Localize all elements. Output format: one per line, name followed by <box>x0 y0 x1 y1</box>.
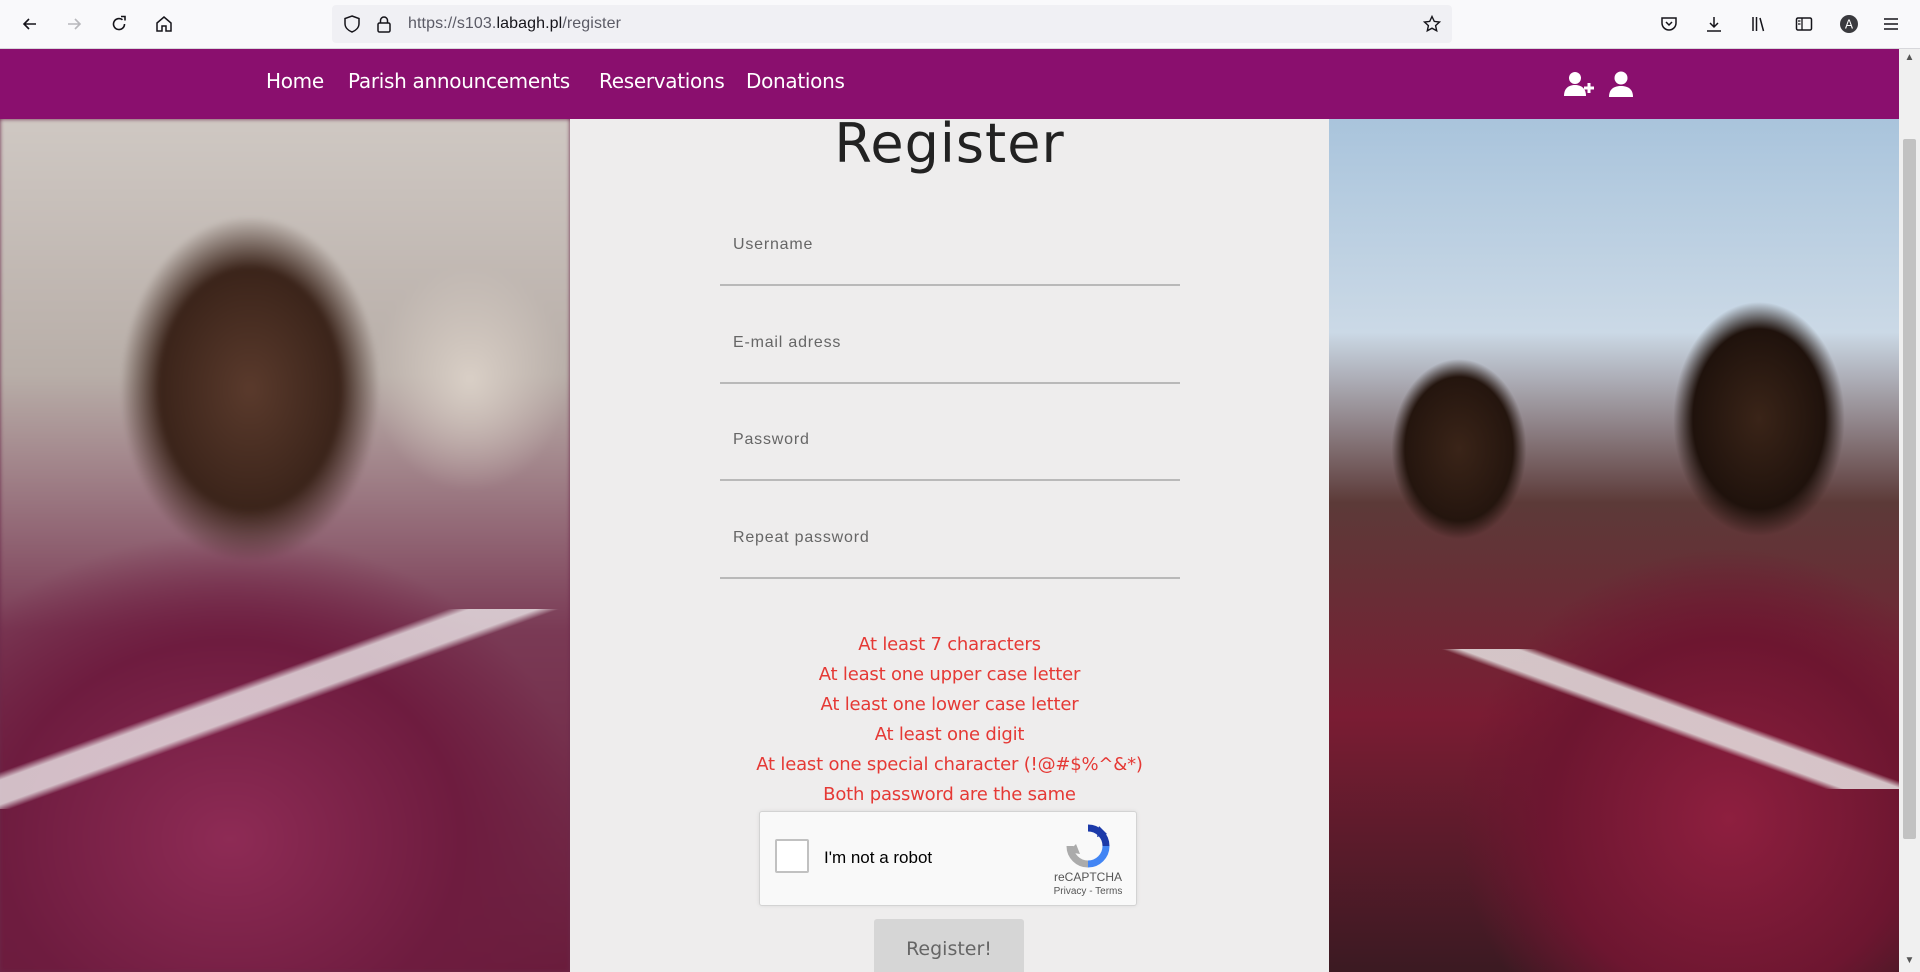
url-text: https://s103.labagh.pl/register <box>408 15 622 32</box>
download-icon[interactable] <box>1702 12 1726 36</box>
forward-icon[interactable] <box>58 8 90 40</box>
pocket-icon[interactable] <box>1657 12 1681 36</box>
address-bar[interactable]: https://s103.labagh.pl/register <box>332 5 1452 43</box>
nav-donations[interactable]: Donations <box>746 69 845 93</box>
choir-photo-right-stole <box>1329 649 1899 789</box>
rule-digit: At least one digit <box>874 724 1025 745</box>
menu-icon[interactable] <box>1879 12 1903 36</box>
username-input[interactable] <box>720 226 1180 284</box>
home-icon[interactable] <box>148 8 180 40</box>
back-icon[interactable] <box>14 8 46 40</box>
password-rules: At least 7 characters At least one upper… <box>570 630 1329 810</box>
page-scrollbar[interactable]: ▲ ▼ <box>1899 49 1920 972</box>
browser-toolbar: https://s103.labagh.pl/register A <box>0 0 1920 49</box>
password-input[interactable] <box>720 421 1180 479</box>
recaptcha-widget: I'm not a robot reCAPTCHA Privacy - Term… <box>759 811 1137 906</box>
user-plus-icon[interactable] <box>1563 70 1595 98</box>
account-icon[interactable]: A <box>1837 12 1861 36</box>
rule-length: At least 7 characters <box>858 634 1041 655</box>
email-field[interactable]: E-mail adress <box>720 324 1180 384</box>
sidebar-icon[interactable] <box>1792 12 1816 36</box>
choir-photo-left-stole <box>0 609 570 809</box>
rule-match: Both password are the same <box>823 784 1076 805</box>
svg-text:A: A <box>1845 18 1854 32</box>
repeat-password-field[interactable]: Repeat password <box>720 519 1180 579</box>
register-form: Register Username E-mail adress Password… <box>570 112 1329 972</box>
user-icon[interactable] <box>1608 70 1634 98</box>
nav-parish-announcements[interactable]: Parish announcements <box>348 69 570 93</box>
scroll-thumb[interactable] <box>1903 139 1916 839</box>
library-icon[interactable] <box>1747 12 1771 36</box>
email-input[interactable] <box>720 324 1180 382</box>
username-field[interactable]: Username <box>720 226 1180 286</box>
lock-icon[interactable] <box>374 14 394 34</box>
nav-reservations[interactable]: Reservations <box>599 69 725 93</box>
choir-photo-left <box>0 119 570 972</box>
rule-uppercase: At least one upper case letter <box>818 664 1081 685</box>
register-button[interactable]: Register! <box>874 919 1024 972</box>
reload-icon[interactable] <box>103 8 135 40</box>
page-title: Register <box>834 112 1065 175</box>
choir-photo-right <box>1329 119 1899 972</box>
recaptcha-logo-icon <box>1066 824 1110 868</box>
shield-icon[interactable] <box>342 14 362 34</box>
star-icon[interactable] <box>1422 14 1442 34</box>
repeat-password-input[interactable] <box>720 519 1180 577</box>
recaptcha-links[interactable]: Privacy - Terms <box>1043 886 1133 897</box>
page-viewport: Home Parish announcements Reservations D… <box>0 49 1899 972</box>
rule-special: At least one special character (!@#$%^&*… <box>756 754 1143 775</box>
recaptcha-label: I'm not a robot <box>824 848 933 867</box>
site-navbar: Home Parish announcements Reservations D… <box>0 49 1899 119</box>
recaptcha-brand: reCAPTCHA <box>1053 870 1122 884</box>
password-field[interactable]: Password <box>720 421 1180 481</box>
rule-lowercase: At least one lower case letter <box>820 694 1079 715</box>
nav-home[interactable]: Home <box>266 69 324 93</box>
scroll-up-icon[interactable]: ▲ <box>1903 51 1916 65</box>
scroll-down-icon[interactable]: ▼ <box>1903 954 1916 968</box>
recaptcha-checkbox[interactable] <box>775 839 809 873</box>
